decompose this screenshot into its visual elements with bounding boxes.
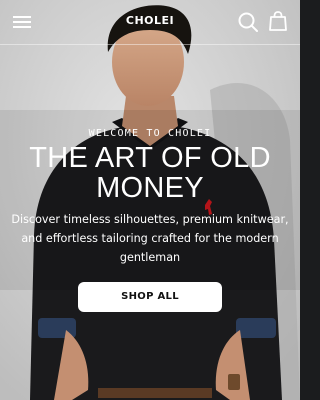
hero-title: THE ART OF OLD MONEY: [29, 142, 271, 204]
hero-overlay: WELCOME TO CHOLEI THE ART OF OLD MONEY D…: [0, 128, 300, 267]
search-button[interactable]: [237, 11, 259, 33]
search-icon: [238, 12, 258, 32]
cart-button[interactable]: [267, 10, 289, 32]
site-header: CHOLEI: [0, 0, 300, 45]
hero-section: CHOLEI WELCOME TO CHOLEI THE ART OF OLD …: [0, 0, 300, 400]
shopping-bag-icon: [269, 11, 287, 31]
hero-subtitle: Discover timeless silhouettes, premium k…: [11, 213, 289, 264]
shop-all-button[interactable]: SHOP ALL: [78, 282, 222, 312]
hero-eyebrow: WELCOME TO CHOLEI: [88, 128, 212, 139]
